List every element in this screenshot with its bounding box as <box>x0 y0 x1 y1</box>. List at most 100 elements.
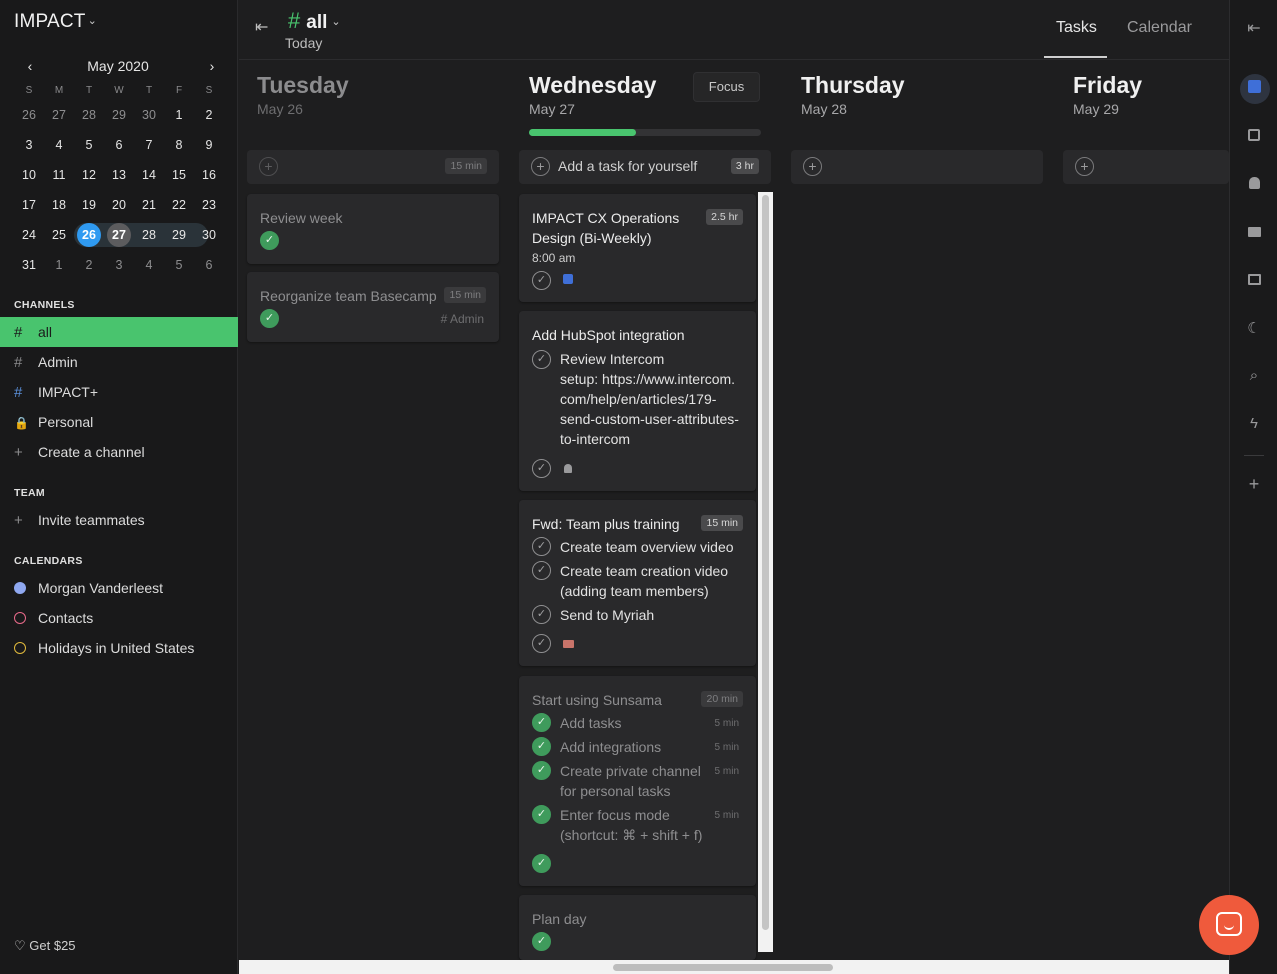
calendar-day[interactable]: 2 <box>194 100 224 130</box>
checkmark-icon[interactable]: ✓ <box>260 309 279 328</box>
task-card[interactable]: Fwd: Team plus training 15 min ✓ Create … <box>519 500 756 666</box>
github-icon[interactable] <box>1230 176 1277 193</box>
checkmark-icon[interactable]: ✓ <box>532 271 551 290</box>
calendar-day[interactable]: 3 <box>14 130 44 160</box>
calendar-contacts[interactable]: Contacts <box>0 603 238 633</box>
calendar-day[interactable]: 17 <box>14 190 44 220</box>
channel-title[interactable]: # all ⌄ <box>288 8 341 34</box>
checkmark-icon[interactable]: ✓ <box>532 537 551 556</box>
calendar-day[interactable]: 3 <box>104 250 134 280</box>
calendar-day[interactable]: 20 <box>104 190 134 220</box>
checkmark-icon[interactable]: ✓ <box>532 713 551 732</box>
calendar-day[interactable]: 19 <box>74 190 104 220</box>
calendar-day[interactable]: 14 <box>134 160 164 190</box>
calendar-day[interactable]: 13 <box>104 160 134 190</box>
checkmark-icon[interactable]: ✓ <box>532 761 551 780</box>
calendar-day[interactable]: 18 <box>44 190 74 220</box>
calendar-day[interactable]: 6 <box>194 250 224 280</box>
calendar-day[interactable]: 23 <box>194 190 224 220</box>
checkmark-icon[interactable]: ✓ <box>532 350 551 369</box>
add-task-friday[interactable]: + <box>1063 150 1229 184</box>
calendar-day[interactable]: 27 <box>104 220 134 250</box>
calendar-day[interactable]: 5 <box>74 130 104 160</box>
column-scrollbar[interactable] <box>758 192 773 952</box>
moon-icon[interactable]: ☾ <box>1230 319 1277 337</box>
calendar-day[interactable]: 10 <box>14 160 44 190</box>
calendar-day[interactable]: 2 <box>74 250 104 280</box>
calendar-day[interactable]: 25 <box>44 220 74 250</box>
checkmark-icon[interactable]: ✓ <box>532 459 551 478</box>
email-icon[interactable] <box>1230 224 1277 241</box>
tab-tasks[interactable]: Tasks <box>1056 19 1097 37</box>
checkmark-icon[interactable]: ✓ <box>532 561 551 580</box>
focus-button[interactable]: Focus <box>693 72 760 102</box>
checkmark-icon[interactable]: ✓ <box>532 932 551 951</box>
calendar-day[interactable]: 29 <box>104 100 134 130</box>
channel-all[interactable]: # all <box>0 317 238 347</box>
task-card[interactable]: Reorganize team Basecamp 15 min ✓ # Admi… <box>247 272 499 342</box>
channel-admin[interactable]: # Admin <box>0 347 238 377</box>
calendar-day[interactable]: 26 <box>14 100 44 130</box>
calendar-day[interactable]: 30 <box>134 100 164 130</box>
calendar-day[interactable]: 28 <box>134 220 164 250</box>
checkmark-icon[interactable]: ✓ <box>532 737 551 756</box>
calendar-day[interactable]: 28 <box>74 100 104 130</box>
tab-calendar[interactable]: Calendar <box>1127 19 1192 37</box>
calendar-day[interactable]: 27 <box>44 100 74 130</box>
invite-teammates-button[interactable]: + Invite teammates <box>0 505 238 535</box>
calendar-day[interactable]: 5 <box>164 250 194 280</box>
calendar-day[interactable]: 8 <box>164 130 194 160</box>
chat-support-button[interactable] <box>1199 895 1259 955</box>
calendar-day[interactable]: 15 <box>164 160 194 190</box>
calendar-day[interactable]: 1 <box>44 250 74 280</box>
add-integration-icon[interactable]: + <box>1230 474 1277 495</box>
calendar-day[interactable]: 11 <box>44 160 74 190</box>
task-card[interactable]: Review week ✓ <box>247 194 499 264</box>
calendar-day[interactable]: 31 <box>14 250 44 280</box>
add-task-tuesday[interactable]: + 15 min <box>247 150 499 184</box>
checkmark-icon[interactable]: ✓ <box>260 231 279 250</box>
calendar-day[interactable]: 30 <box>194 220 224 250</box>
add-task-thursday[interactable]: + <box>791 150 1043 184</box>
workspace-switcher[interactable]: IMPACT ⌄ <box>14 11 97 33</box>
chevron-right-icon[interactable]: › <box>202 56 222 76</box>
calendar-day[interactable]: 24 <box>14 220 44 250</box>
calendar-day[interactable]: 12 <box>74 160 104 190</box>
trello-icon[interactable] <box>1230 128 1277 145</box>
archive-icon[interactable] <box>1230 272 1277 289</box>
calendar-day[interactable]: 16 <box>194 160 224 190</box>
create-channel-button[interactable]: + Create a channel <box>0 437 238 467</box>
task-card[interactable]: IMPACT CX Operations Design (Bi-Weekly) … <box>519 194 756 302</box>
calendar-day[interactable]: 22 <box>164 190 194 220</box>
calendar-day[interactable]: 29 <box>164 220 194 250</box>
channel-personal[interactable]: 🔒 Personal <box>0 407 238 437</box>
collapse-sidebar-icon[interactable]: ⇤ <box>255 17 268 37</box>
calendar-day[interactable]: 26 <box>74 220 104 250</box>
calendar-morgan[interactable]: Morgan Vanderleest <box>0 573 238 603</box>
calendar-day[interactable]: 9 <box>194 130 224 160</box>
task-card[interactable]: Plan day ✓ <box>519 895 756 960</box>
expand-panel-icon[interactable]: ⇤ <box>1230 18 1277 38</box>
horizontal-scrollbar[interactable] <box>239 960 1229 974</box>
google-calendar-icon[interactable] <box>1230 80 1277 97</box>
channel-impact-plus[interactable]: # IMPACT+ <box>0 377 238 407</box>
task-card[interactable]: Start using Sunsama 20 min ✓ Add tasks 5… <box>519 676 756 886</box>
calendar-day[interactable]: 7 <box>134 130 164 160</box>
calendar-day[interactable]: 1 <box>164 100 194 130</box>
task-card[interactable]: Add HubSpot integration ✓ Review Interco… <box>519 311 756 491</box>
add-task-wednesday[interactable]: + Add a task for yourself 3 hr <box>519 150 771 184</box>
calendar-day[interactable]: 4 <box>44 130 74 160</box>
search-icon[interactable]: ⌕ <box>1230 367 1277 384</box>
checkmark-icon[interactable]: ✓ <box>532 634 551 653</box>
checkmark-icon[interactable]: ✓ <box>532 805 551 824</box>
calendar-day[interactable]: 6 <box>104 130 134 160</box>
calendar-day[interactable]: 21 <box>134 190 164 220</box>
calendar-day[interactable]: 4 <box>134 250 164 280</box>
referral-link[interactable]: ♡ Get $25 <box>14 938 76 954</box>
checkmark-icon[interactable]: ✓ <box>532 854 551 873</box>
lightning-icon[interactable]: ϟ <box>1230 415 1277 432</box>
checkmark-icon[interactable]: ✓ <box>532 605 551 624</box>
calendar-holidays[interactable]: Holidays in United States <box>0 633 238 663</box>
column-scrollbar-thumb[interactable] <box>762 195 769 930</box>
horizontal-scrollbar-thumb[interactable] <box>613 964 833 971</box>
